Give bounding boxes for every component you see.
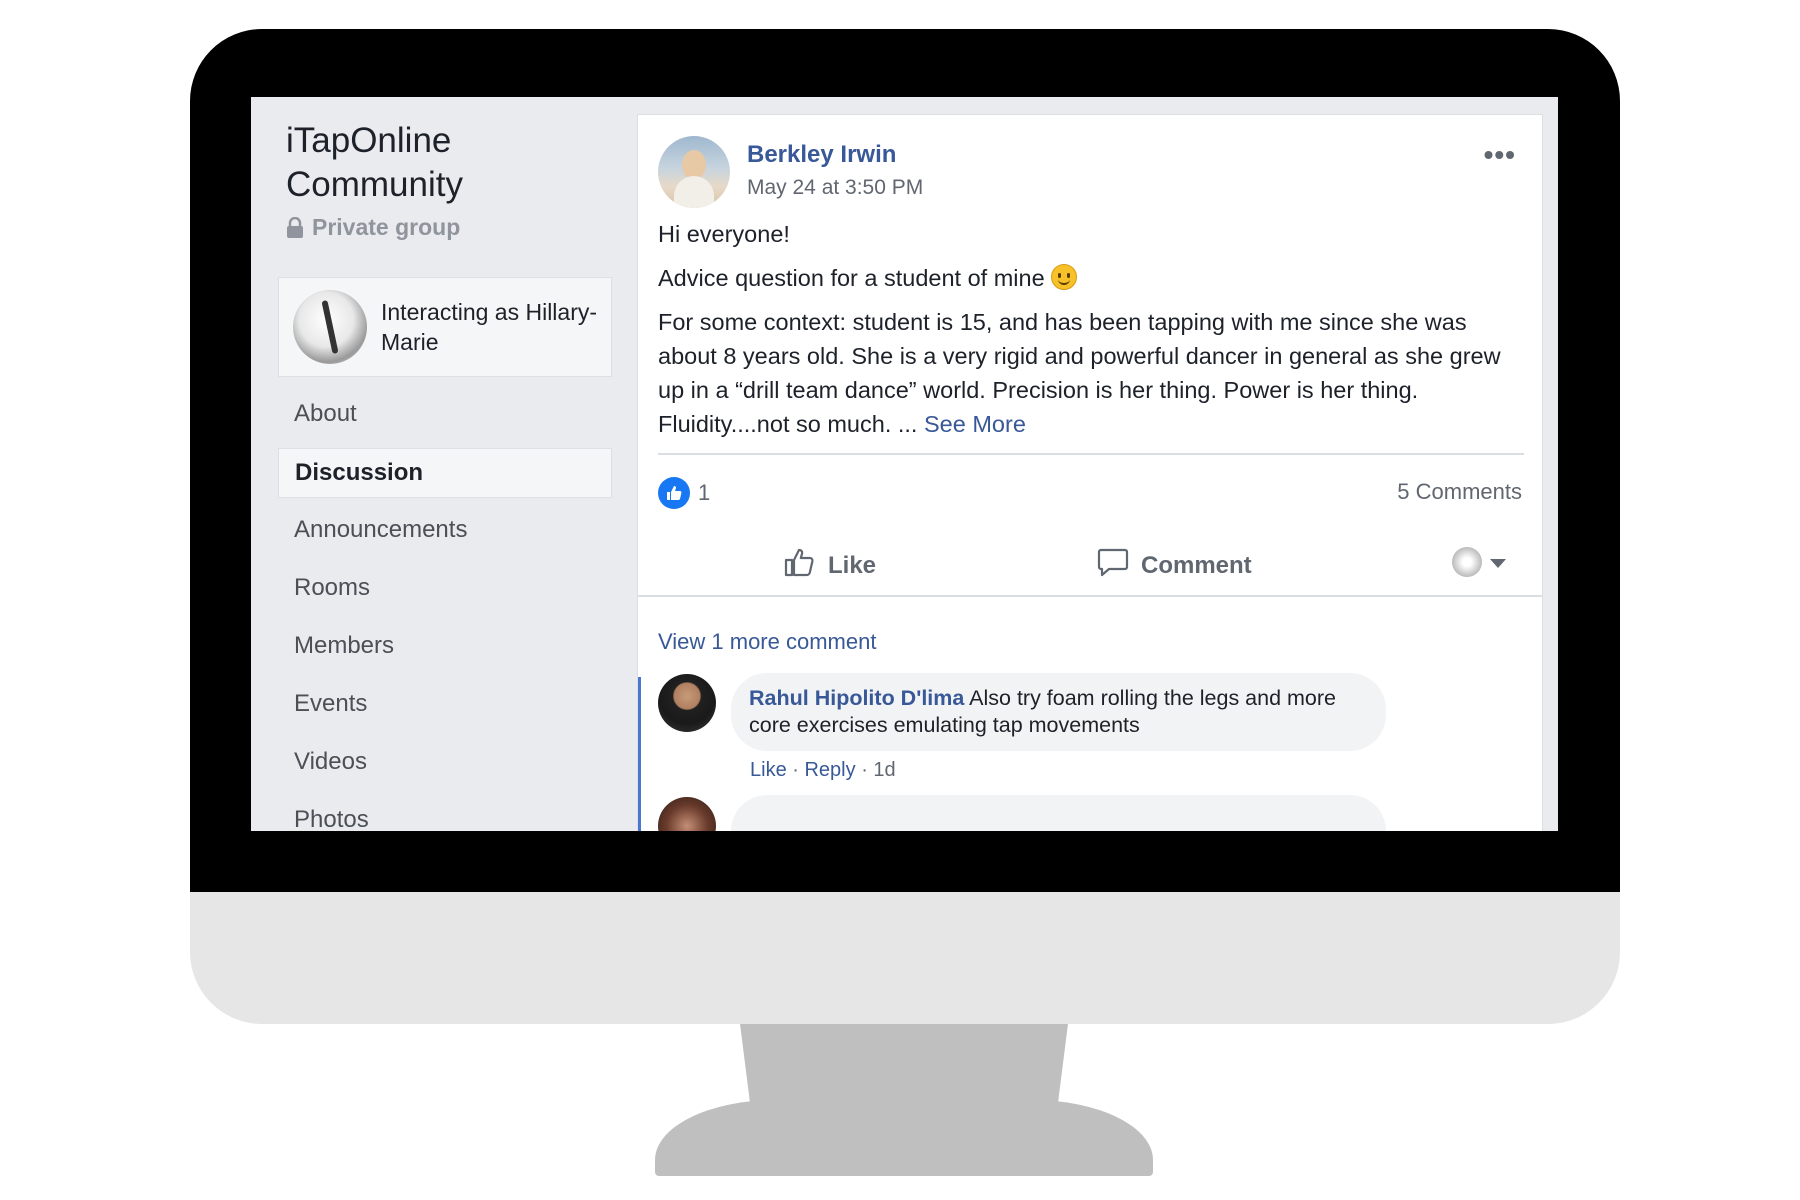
- nav-item-announcements[interactable]: Announcements: [278, 506, 612, 556]
- nav-item-members[interactable]: Members: [278, 622, 612, 672]
- commenter-avatar[interactable]: [658, 797, 716, 831]
- comment-bubble-icon: [1097, 547, 1129, 584]
- comment-label: Comment: [1141, 551, 1252, 579]
- divider: [658, 453, 1524, 455]
- author-avatar[interactable]: [658, 136, 730, 208]
- comment-bubble: [731, 795, 1386, 831]
- post-timestamp[interactable]: May 24 at 3:50 PM: [747, 176, 923, 200]
- view-more-comments-link[interactable]: View 1 more comment: [658, 629, 876, 655]
- thread-indicator: [638, 677, 641, 831]
- group-title[interactable]: iTapOnline Community: [286, 119, 606, 207]
- comment-bubble: Rahul Hipolito D'lima Also try foam roll…: [731, 673, 1386, 751]
- post-line: Hi everyone!: [658, 221, 790, 247]
- privacy-label: Private group: [286, 214, 460, 241]
- nav-item-videos[interactable]: Videos: [278, 738, 612, 788]
- see-more-link[interactable]: See More: [924, 411, 1026, 437]
- comments-count[interactable]: 5 Comments: [1397, 479, 1522, 505]
- comment-like-link[interactable]: Like: [750, 759, 787, 781]
- thumbs-up-icon: [784, 547, 816, 584]
- commenter-avatar[interactable]: [658, 674, 716, 732]
- lock-icon: [286, 216, 304, 239]
- nav-item-events[interactable]: Events: [278, 680, 612, 730]
- post-line-text: For some context: student is 15, and has…: [658, 309, 1501, 437]
- more-horizontal-icon[interactable]: •••: [1484, 139, 1516, 171]
- privacy-text: Private group: [312, 214, 461, 240]
- like-button[interactable]: Like: [784, 547, 876, 584]
- comment-age[interactable]: 1d: [873, 759, 895, 781]
- avatar: [293, 290, 367, 364]
- post-line: Advice question for a student of mine: [658, 261, 1528, 295]
- monitor-stand-foot: [655, 1100, 1153, 1176]
- group-sidebar: iTapOnline Community Private group Inter…: [251, 97, 631, 831]
- avatar[interactable]: [1452, 547, 1482, 577]
- separator: ·: [792, 759, 805, 781]
- nav-item-discussion[interactable]: Discussion: [278, 448, 612, 498]
- smile-emoji-icon: [1051, 264, 1078, 290]
- comment-reply-link[interactable]: Reply: [804, 759, 855, 781]
- nav-item-rooms[interactable]: Rooms: [278, 564, 612, 614]
- post-line: For some context: student is 15, and has…: [658, 305, 1528, 441]
- comment-button[interactable]: Comment: [1097, 547, 1252, 584]
- separator: ·: [861, 759, 874, 781]
- group-nav: About Discussion Announcements Rooms Mem…: [278, 390, 612, 831]
- screen: iTapOnline Community Private group Inter…: [251, 97, 1558, 831]
- interacting-as-text: Interacting as Hillary-Marie: [381, 299, 598, 355]
- post-line-text: Advice question for a student of mine: [658, 265, 1045, 291]
- comment-meta: Like · Reply · 1d: [750, 759, 896, 782]
- like-reaction-icon: [658, 477, 690, 509]
- post-body: Hi everyone! Advice question for a stude…: [658, 217, 1528, 451]
- comment-author[interactable]: Rahul Hipolito D'lima: [749, 686, 964, 710]
- post-author[interactable]: Berkley Irwin: [747, 141, 896, 169]
- nav-item-about[interactable]: About: [278, 390, 612, 440]
- reaction-summary[interactable]: 1: [658, 477, 710, 509]
- like-count: 1: [698, 480, 711, 505]
- post-card: Berkley Irwin May 24 at 3:50 PM ••• Hi e…: [637, 114, 1543, 831]
- like-label: Like: [828, 551, 877, 579]
- nav-item-photos[interactable]: Photos: [278, 796, 612, 831]
- chevron-down-icon[interactable]: [1490, 559, 1506, 568]
- interacting-as-box[interactable]: Interacting as Hillary-Marie: [278, 277, 612, 377]
- comments-section: View 1 more comment Rahul Hipolito D'lim…: [638, 595, 1542, 831]
